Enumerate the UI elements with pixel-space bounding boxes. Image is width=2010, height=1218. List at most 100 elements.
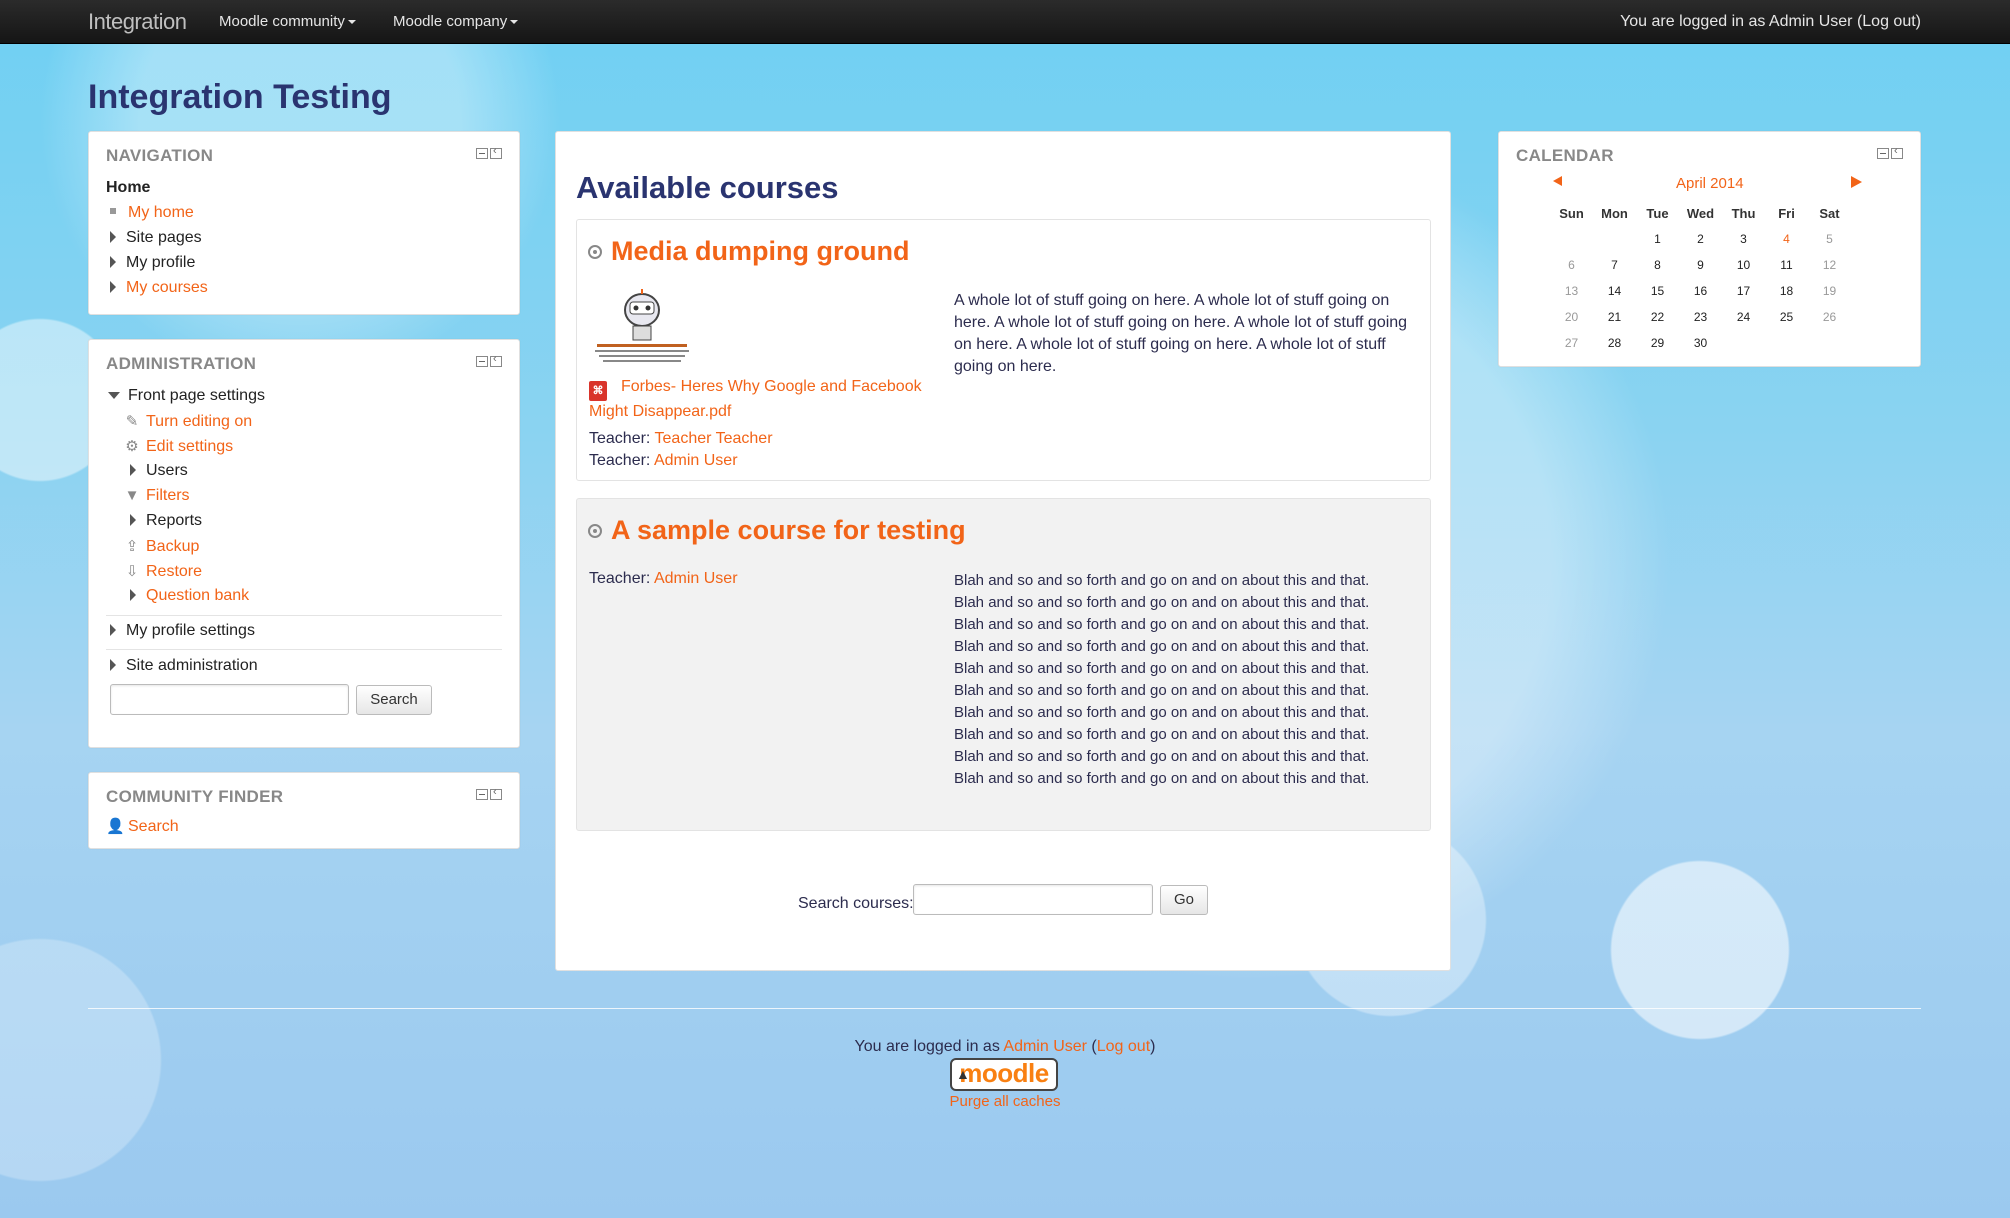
nav-item-my-courses[interactable]: My courses xyxy=(110,279,208,297)
go-button[interactable]: Go xyxy=(1160,885,1208,915)
admin-filters[interactable]: ▼ Filters xyxy=(124,487,190,505)
minimize-icon[interactable] xyxy=(476,356,488,367)
expand-arrow-icon xyxy=(130,589,136,601)
calendar-day[interactable]: 25 xyxy=(1765,304,1808,330)
calendar-day[interactable]: 10 xyxy=(1722,252,1765,278)
file-link[interactable]: Forbes- Heres Why Google and Facebook Mi… xyxy=(589,378,922,420)
admin-search-input[interactable] xyxy=(110,684,349,715)
calendar-day[interactable]: 18 xyxy=(1765,278,1808,304)
community-search-link[interactable]: 👤 Search xyxy=(106,817,179,836)
nav-link[interactable]: My courses xyxy=(126,279,208,296)
calendar-day[interactable]: 13 xyxy=(1550,278,1593,304)
calendar-day[interactable]: 12 xyxy=(1808,252,1851,278)
calendar-day[interactable]: 28 xyxy=(1593,330,1636,356)
admin-reports[interactable]: Reports xyxy=(130,512,202,530)
calendar-day[interactable]: 15 xyxy=(1636,278,1679,304)
teacher-link[interactable]: Admin User xyxy=(654,570,738,587)
minimize-icon[interactable] xyxy=(1877,148,1889,159)
calendar-day[interactable]: 8 xyxy=(1636,252,1679,278)
calendar-day[interactable]: 2 xyxy=(1679,226,1722,252)
calendar-day[interactable]: 21 xyxy=(1593,304,1636,330)
next-month-icon[interactable] xyxy=(1851,176,1862,188)
minimize-icon[interactable] xyxy=(476,789,488,800)
nav-label: Reports xyxy=(146,512,203,529)
calendar-day[interactable]: 22 xyxy=(1636,304,1679,330)
purge-caches-link[interactable]: Purge all caches xyxy=(950,1093,1061,1110)
calendar-day xyxy=(1593,226,1636,252)
footer-user-link[interactable]: Admin User xyxy=(1003,1038,1087,1055)
footer-label: You are logged in as xyxy=(854,1038,1000,1055)
available-courses-heading: Available courses xyxy=(576,170,839,205)
calendar-day[interactable]: 26 xyxy=(1808,304,1851,330)
admin-my-profile-settings[interactable]: My profile settings xyxy=(110,622,255,640)
nav-item-site-pages[interactable]: Site pages xyxy=(110,229,202,247)
course-title-link[interactable]: A sample course for testing xyxy=(611,515,966,546)
calendar-day[interactable]: 19 xyxy=(1808,278,1851,304)
nav-link[interactable]: Filters xyxy=(146,487,190,504)
nav-link[interactable]: Question bank xyxy=(146,587,249,604)
dock-icon[interactable] xyxy=(1891,145,1903,159)
calendar-day[interactable]: 7 xyxy=(1593,252,1636,278)
calendar-day-header: Sun xyxy=(1559,205,1584,221)
minimize-icon[interactable] xyxy=(476,148,488,159)
menu-label: Moodle company xyxy=(393,13,508,30)
calendar-day[interactable]: 4 xyxy=(1765,226,1808,252)
restore-icon: ⇩ xyxy=(125,563,139,580)
nav-link[interactable]: Turn editing on xyxy=(146,413,252,430)
dock-icon[interactable] xyxy=(490,145,502,159)
prev-month-icon[interactable] xyxy=(1553,176,1562,186)
calendar-day[interactable]: 17 xyxy=(1722,278,1765,304)
menu-moodle-community[interactable]: Moodle community xyxy=(219,13,356,30)
admin-edit-settings[interactable]: ⚙ Edit settings xyxy=(124,437,233,456)
nav-link[interactable]: Backup xyxy=(146,538,199,555)
expand-arrow-icon xyxy=(110,256,116,268)
admin-search-button[interactable]: Search xyxy=(356,685,432,715)
admin-turn-editing-on[interactable]: ✎ Turn editing on xyxy=(124,412,252,431)
teacher-link[interactable]: Admin User xyxy=(654,452,738,469)
calendar-day[interactable]: 6 xyxy=(1550,252,1593,278)
calendar-day[interactable]: 5 xyxy=(1808,226,1851,252)
nav-home-link[interactable]: Home xyxy=(106,179,150,197)
nav-link[interactable]: Search xyxy=(128,818,179,835)
course-summary: Blah and so and so forth and go on and o… xyxy=(954,572,1370,787)
calendar-day[interactable]: 23 xyxy=(1679,304,1722,330)
community-finder-block: COMMUNITY FINDER 👤Search xyxy=(88,772,520,849)
calendar-day[interactable]: 14 xyxy=(1593,278,1636,304)
calendar-day[interactable]: 24 xyxy=(1722,304,1765,330)
calendar-day[interactable]: 3 xyxy=(1722,226,1765,252)
brand-link[interactable]: Integration xyxy=(88,9,187,35)
nav-item-my-home[interactable]: My home xyxy=(110,204,194,222)
search-courses-input[interactable] xyxy=(913,884,1153,915)
calendar-day[interactable]: 1 xyxy=(1636,226,1679,252)
admin-site-administration[interactable]: Site administration xyxy=(110,657,258,675)
admin-restore[interactable]: ⇩ Restore xyxy=(124,562,202,581)
nav-link[interactable]: My home xyxy=(128,204,194,221)
course-file[interactable]: ⌘ Forbes- Heres Why Google and Facebook M… xyxy=(589,376,929,423)
calendar-day[interactable]: 16 xyxy=(1679,278,1722,304)
calendar-day[interactable]: 30 xyxy=(1679,330,1722,356)
block-title: COMMUNITY FINDER xyxy=(106,787,284,806)
calendar-day[interactable]: 29 xyxy=(1636,330,1679,356)
course-title-link[interactable]: Media dumping ground xyxy=(611,236,909,267)
admin-backup[interactable]: ⇪ Backup xyxy=(124,537,200,556)
caret-down-icon xyxy=(347,20,356,25)
admin-question-bank[interactable]: Question bank xyxy=(130,587,249,605)
nav-link[interactable]: Edit settings xyxy=(146,438,233,455)
footer-logout-link[interactable]: Log out xyxy=(1097,1038,1150,1055)
admin-users[interactable]: Users xyxy=(130,462,188,480)
calendar-month-link[interactable]: April 2014 xyxy=(1676,175,1744,192)
nav-item-my-profile[interactable]: My profile xyxy=(110,254,195,272)
menu-moodle-company[interactable]: Moodle company xyxy=(393,13,519,30)
calendar-day[interactable]: 11 xyxy=(1765,252,1808,278)
graduation-cap-icon: ▲ xyxy=(956,1066,970,1082)
login-info[interactable]: You are logged in as Admin User (Log out… xyxy=(1620,13,1921,31)
dock-icon[interactable] xyxy=(490,353,502,367)
moodle-logo[interactable]: ▲ moodle xyxy=(950,1058,1058,1091)
calendar-day[interactable]: 27 xyxy=(1550,330,1593,356)
nav-link[interactable]: Restore xyxy=(146,563,202,580)
calendar-day[interactable]: 9 xyxy=(1679,252,1722,278)
dock-icon[interactable] xyxy=(490,786,502,800)
teacher-link[interactable]: Teacher Teacher xyxy=(655,430,773,447)
admin-front-page-settings[interactable]: Front page settings xyxy=(108,387,265,405)
calendar-day[interactable]: 20 xyxy=(1550,304,1593,330)
